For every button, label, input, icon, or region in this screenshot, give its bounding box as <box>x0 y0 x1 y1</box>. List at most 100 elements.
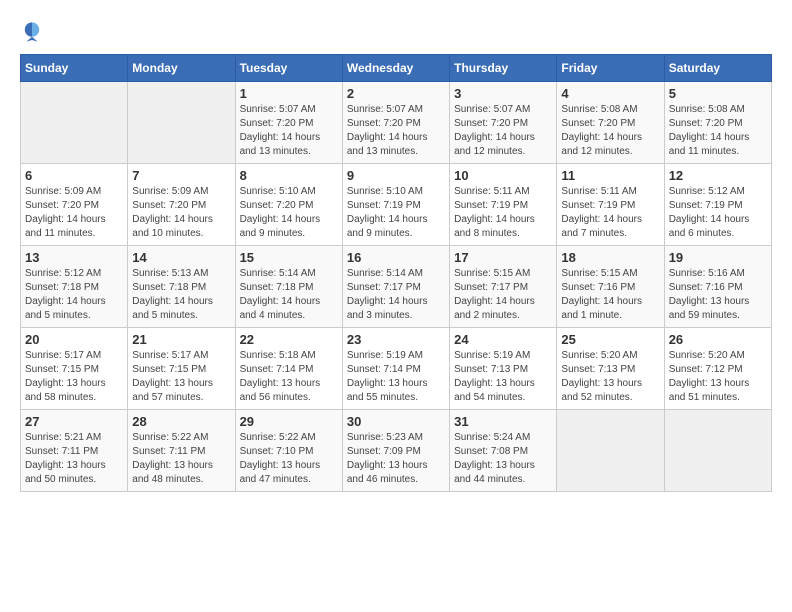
day-cell: 14Sunrise: 5:13 AM Sunset: 7:18 PM Dayli… <box>128 246 235 328</box>
day-info: Sunrise: 5:07 AM Sunset: 7:20 PM Dayligh… <box>240 103 338 159</box>
day-info: Sunrise: 5:07 AM Sunset: 7:20 PM Dayligh… <box>347 103 445 159</box>
day-info: Sunrise: 5:07 AM Sunset: 7:20 PM Dayligh… <box>454 103 552 159</box>
day-number: 23 <box>347 332 445 347</box>
day-info: Sunrise: 5:14 AM Sunset: 7:17 PM Dayligh… <box>347 267 445 323</box>
day-number: 30 <box>347 414 445 429</box>
day-cell: 28 Sunrise: 5:22 AM Sunset: 7:11 PM Dayli… <box>128 410 235 492</box>
day-cell: 31 Sunrise: 5:24 AM Sunset: 7:08 PM Dayli… <box>450 410 557 492</box>
day-cell: 2 Sunrise: 5:07 AM Sunset: 7:20 PM Daylig… <box>342 82 449 164</box>
day-info: Sunrise: 5:10 AM Sunset: 7:20 PM Dayligh… <box>240 185 338 241</box>
day-number: 8 <box>240 168 338 183</box>
day-number: 15 <box>240 250 338 265</box>
day-cell: 1 Sunrise: 5:07 AM Sunset: 7:20 PM Daylig… <box>235 82 342 164</box>
day-info: Sunrise: 5:09 AM Sunset: 7:20 PM Dayligh… <box>25 185 123 241</box>
day-number: 5 <box>669 86 767 101</box>
day-cell: 21 Sunrise: 5:17 AM Sunset: 7:15 PM Dayli… <box>128 328 235 410</box>
day-cell: 12Sunrise: 5:12 AM Sunset: 7:19 PM Dayli… <box>664 164 771 246</box>
day-info: Sunrise: 5:22 AM Sunset: 7:10 PM Dayligh… <box>240 431 338 487</box>
header-cell-tuesday: Tuesday <box>235 55 342 82</box>
day-info: Sunrise: 5:08 AM Sunset: 7:20 PM Dayligh… <box>561 103 659 159</box>
day-number: 21 <box>132 332 230 347</box>
day-cell: 19 Sunrise: 5:16 AM Sunset: 7:16 PM Dayli… <box>664 246 771 328</box>
day-info: Sunrise: 5:08 AM Sunset: 7:20 PM Dayligh… <box>669 103 767 159</box>
day-info: Sunrise: 5:18 AM Sunset: 7:14 PM Dayligh… <box>240 349 338 405</box>
day-info: Sunrise: 5:13 AM Sunset: 7:18 PM Dayligh… <box>132 267 230 323</box>
day-info: Sunrise: 5:12 AM Sunset: 7:18 PM Dayligh… <box>25 267 123 323</box>
day-cell: 25 Sunrise: 5:20 AM Sunset: 7:13 PM Dayli… <box>557 328 664 410</box>
day-cell: 3 Sunrise: 5:07 AM Sunset: 7:20 PM Daylig… <box>450 82 557 164</box>
day-number: 25 <box>561 332 659 347</box>
day-info: Sunrise: 5:19 AM Sunset: 7:14 PM Dayligh… <box>347 349 445 405</box>
day-number: 7 <box>132 168 230 183</box>
day-cell <box>557 410 664 492</box>
day-number: 28 <box>132 414 230 429</box>
header-row: SundayMondayTuesdayWednesdayThursdayFrid… <box>21 55 772 82</box>
day-number: 19 <box>669 250 767 265</box>
day-info: Sunrise: 5:11 AM Sunset: 7:19 PM Dayligh… <box>561 185 659 241</box>
day-cell: 15 Sunrise: 5:14 AM Sunset: 7:18 PM Dayli… <box>235 246 342 328</box>
day-cell <box>128 82 235 164</box>
day-number: 31 <box>454 414 552 429</box>
day-number: 2 <box>347 86 445 101</box>
calendar: SundayMondayTuesdayWednesdayThursdayFrid… <box>20 54 772 492</box>
day-cell <box>664 410 771 492</box>
day-cell: 30 Sunrise: 5:23 AM Sunset: 7:09 PM Dayli… <box>342 410 449 492</box>
day-cell: 11Sunrise: 5:11 AM Sunset: 7:19 PM Dayli… <box>557 164 664 246</box>
day-number: 9 <box>347 168 445 183</box>
week-row-2: 6 Sunrise: 5:09 AM Sunset: 7:20 PM Daylig… <box>21 164 772 246</box>
day-info: Sunrise: 5:19 AM Sunset: 7:13 PM Dayligh… <box>454 349 552 405</box>
week-row-3: 13 Sunrise: 5:12 AM Sunset: 7:18 PM Dayli… <box>21 246 772 328</box>
day-cell: 7 Sunrise: 5:09 AM Sunset: 7:20 PM Daylig… <box>128 164 235 246</box>
day-cell: 26Sunrise: 5:20 AM Sunset: 7:12 PM Dayli… <box>664 328 771 410</box>
day-info: Sunrise: 5:17 AM Sunset: 7:15 PM Dayligh… <box>132 349 230 405</box>
day-info: Sunrise: 5:21 AM Sunset: 7:11 PM Dayligh… <box>25 431 123 487</box>
day-info: Sunrise: 5:22 AM Sunset: 7:11 PM Dayligh… <box>132 431 230 487</box>
day-cell: 9 Sunrise: 5:10 AM Sunset: 7:19 PM Daylig… <box>342 164 449 246</box>
day-cell: 13 Sunrise: 5:12 AM Sunset: 7:18 PM Dayli… <box>21 246 128 328</box>
day-number: 12 <box>669 168 767 183</box>
day-cell: 4 Sunrise: 5:08 AM Sunset: 7:20 PM Daylig… <box>557 82 664 164</box>
day-number: 4 <box>561 86 659 101</box>
header <box>20 20 772 44</box>
day-info: Sunrise: 5:15 AM Sunset: 7:17 PM Dayligh… <box>454 267 552 323</box>
day-number: 3 <box>454 86 552 101</box>
header-cell-sunday: Sunday <box>21 55 128 82</box>
day-cell: 10 Sunrise: 5:11 AM Sunset: 7:19 PM Dayli… <box>450 164 557 246</box>
day-info: Sunrise: 5:11 AM Sunset: 7:19 PM Dayligh… <box>454 185 552 241</box>
day-number: 20 <box>25 332 123 347</box>
day-cell: 8 Sunrise: 5:10 AM Sunset: 7:20 PM Daylig… <box>235 164 342 246</box>
day-number: 10 <box>454 168 552 183</box>
day-cell: 29Sunrise: 5:22 AM Sunset: 7:10 PM Dayli… <box>235 410 342 492</box>
header-cell-wednesday: Wednesday <box>342 55 449 82</box>
day-info: Sunrise: 5:24 AM Sunset: 7:08 PM Dayligh… <box>454 431 552 487</box>
week-row-1: 1 Sunrise: 5:07 AM Sunset: 7:20 PM Daylig… <box>21 82 772 164</box>
day-info: Sunrise: 5:20 AM Sunset: 7:13 PM Dayligh… <box>561 349 659 405</box>
day-info: Sunrise: 5:15 AM Sunset: 7:16 PM Dayligh… <box>561 267 659 323</box>
header-cell-monday: Monday <box>128 55 235 82</box>
header-cell-friday: Friday <box>557 55 664 82</box>
calendar-header: SundayMondayTuesdayWednesdayThursdayFrid… <box>21 55 772 82</box>
day-cell: 16Sunrise: 5:14 AM Sunset: 7:17 PM Dayli… <box>342 246 449 328</box>
day-info: Sunrise: 5:23 AM Sunset: 7:09 PM Dayligh… <box>347 431 445 487</box>
day-number: 1 <box>240 86 338 101</box>
day-info: Sunrise: 5:17 AM Sunset: 7:15 PM Dayligh… <box>25 349 123 405</box>
day-number: 6 <box>25 168 123 183</box>
day-info: Sunrise: 5:09 AM Sunset: 7:20 PM Dayligh… <box>132 185 230 241</box>
day-info: Sunrise: 5:14 AM Sunset: 7:18 PM Dayligh… <box>240 267 338 323</box>
day-number: 24 <box>454 332 552 347</box>
day-cell: 6 Sunrise: 5:09 AM Sunset: 7:20 PM Daylig… <box>21 164 128 246</box>
header-cell-thursday: Thursday <box>450 55 557 82</box>
day-cell: 24 Sunrise: 5:19 AM Sunset: 7:13 PM Dayli… <box>450 328 557 410</box>
day-number: 17 <box>454 250 552 265</box>
day-info: Sunrise: 5:10 AM Sunset: 7:19 PM Dayligh… <box>347 185 445 241</box>
day-cell: 22 Sunrise: 5:18 AM Sunset: 7:14 PM Dayli… <box>235 328 342 410</box>
day-cell: 17 Sunrise: 5:15 AM Sunset: 7:17 PM Dayli… <box>450 246 557 328</box>
day-cell: 18Sunrise: 5:15 AM Sunset: 7:16 PM Dayli… <box>557 246 664 328</box>
day-number: 22 <box>240 332 338 347</box>
day-number: 13 <box>25 250 123 265</box>
day-cell <box>21 82 128 164</box>
logo <box>20 20 48 44</box>
day-cell: 27Sunrise: 5:21 AM Sunset: 7:11 PM Dayli… <box>21 410 128 492</box>
day-info: Sunrise: 5:16 AM Sunset: 7:16 PM Dayligh… <box>669 267 767 323</box>
day-cell: 5 Sunrise: 5:08 AM Sunset: 7:20 PM Daylig… <box>664 82 771 164</box>
